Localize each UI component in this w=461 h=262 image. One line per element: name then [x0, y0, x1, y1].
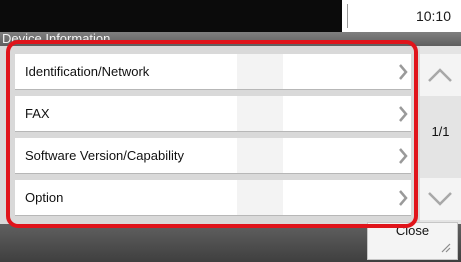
page-indicator: 1/1	[431, 124, 450, 139]
resize-grip-icon	[441, 243, 451, 253]
scroll-down-button[interactable]	[420, 178, 461, 220]
selection-highlight	[6, 40, 418, 228]
scroll-panel: 1/1	[420, 46, 461, 224]
chevron-down-icon	[428, 192, 452, 206]
scroll-up-button[interactable]	[420, 54, 461, 96]
status-divider	[347, 4, 348, 28]
clock: 10:10	[415, 8, 451, 24]
chevron-up-icon	[428, 68, 452, 82]
status-message-area	[0, 0, 342, 32]
status-bar: 10:10	[0, 0, 461, 32]
